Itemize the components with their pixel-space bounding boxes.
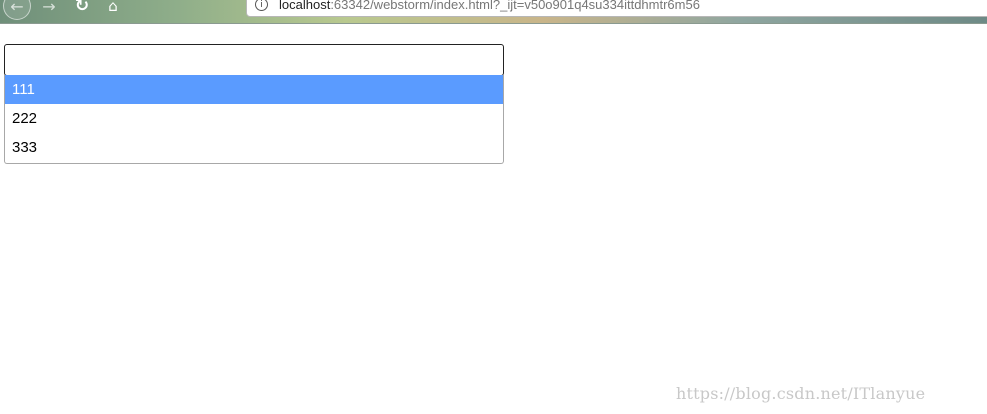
info-icon[interactable]: i <box>255 0 268 11</box>
browser-toolbar: ← → ↻ ⌂ i localhost:63342/webstorm/index… <box>0 0 987 24</box>
url-text[interactable]: localhost:63342/webstorm/index.html?_ijt… <box>279 0 700 12</box>
url-host: localhost <box>279 0 331 12</box>
dropdown-list: 111 222 333 <box>4 75 504 164</box>
watermark: https://blog.csdn.net/ITlanyue <box>676 384 926 403</box>
dropdown-option[interactable]: 222 <box>5 104 503 133</box>
back-arrow-icon[interactable]: ← <box>3 0 31 20</box>
home-icon[interactable]: ⌂ <box>102 0 124 20</box>
select-field[interactable] <box>4 44 504 76</box>
dropdown-option[interactable]: 111 <box>5 75 503 104</box>
reload-icon[interactable]: ↻ <box>71 0 93 20</box>
forward-arrow-icon[interactable]: → <box>38 0 60 20</box>
url-path: :63342/webstorm/index.html?_ijt=v50o901q… <box>330 0 700 12</box>
address-bar[interactable]: i localhost:63342/webstorm/index.html?_i… <box>246 0 987 17</box>
dropdown-option[interactable]: 333 <box>5 133 503 162</box>
